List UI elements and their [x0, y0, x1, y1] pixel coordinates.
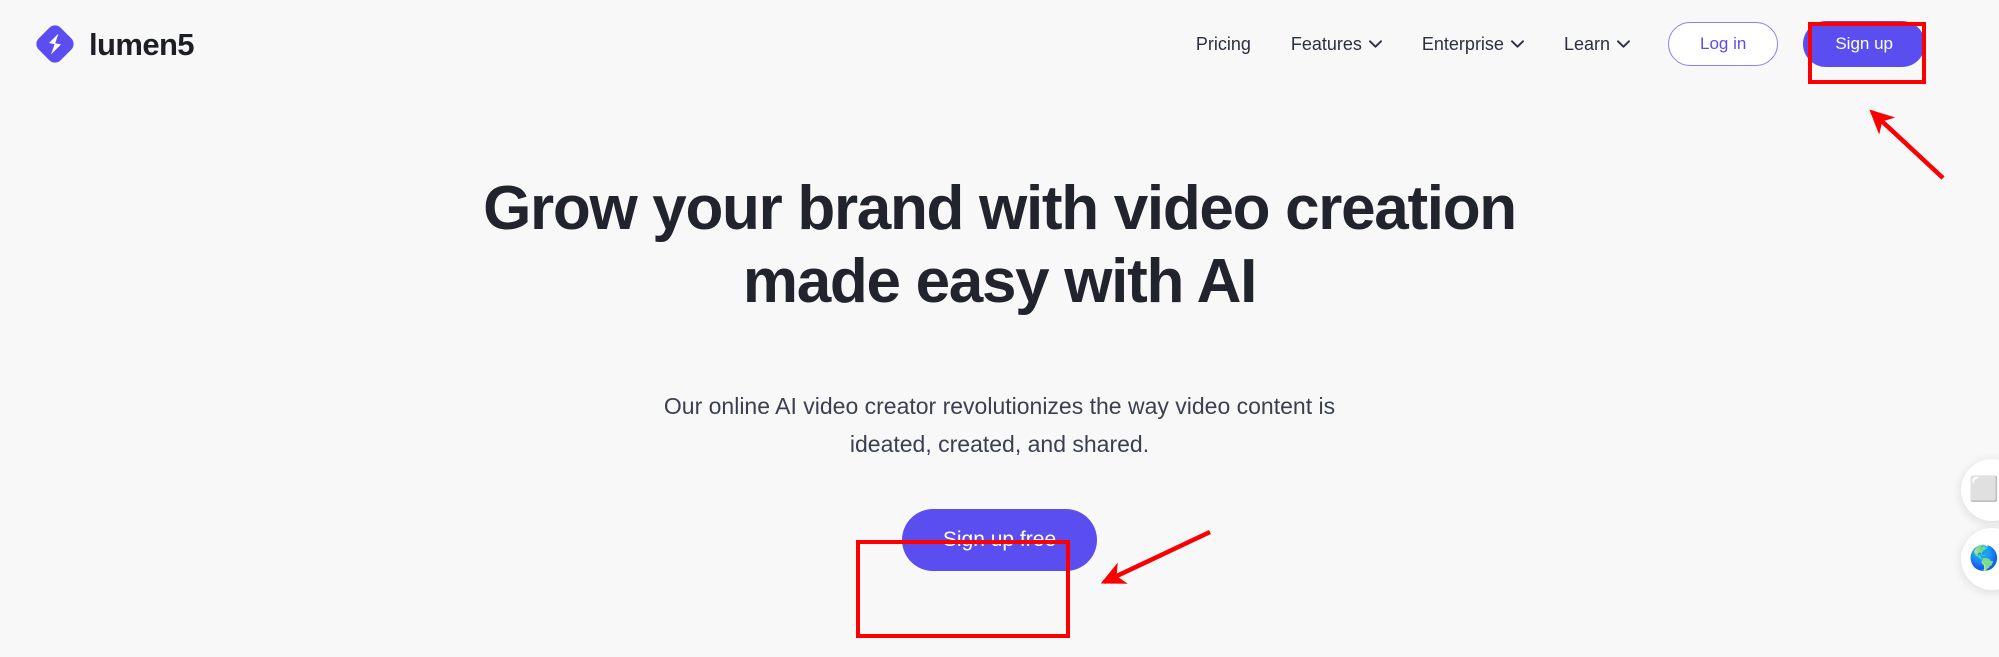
signup-button[interactable]: Sign up — [1803, 21, 1925, 67]
lumen5-landing-page: lumen5 Pricing Features Enterprise Learn — [0, 0, 1999, 657]
chevron-down-icon — [1368, 40, 1382, 48]
nav-item-features[interactable]: Features — [1271, 24, 1402, 65]
chevron-down-icon — [1511, 40, 1524, 48]
nav-item-label: Features — [1290, 33, 1362, 54]
sign-up-free-button[interactable]: Sign up free — [901, 508, 1098, 571]
nav-item-label: Pricing — [1195, 33, 1251, 54]
nav-item-enterprise[interactable]: Enterprise — [1402, 24, 1544, 65]
signup-button-wrapper: Sign up — [1803, 21, 1925, 67]
chevron-down-icon — [1617, 40, 1630, 48]
brand-name: lumen5 — [89, 26, 195, 62]
hero-subheading: Our online AI video creator revolutioniz… — [663, 393, 1336, 457]
nav-item-label: Learn — [1563, 33, 1610, 54]
nav-item-label: Enterprise — [1421, 33, 1504, 54]
nav-item-learn[interactable]: Learn — [1544, 24, 1650, 65]
page-title: Grow your brand with video creation made… — [483, 174, 1517, 317]
globe-icon: 🌎 — [1969, 545, 1999, 572]
hero-section: Grow your brand with video creation made… — [0, 88, 1999, 571]
brand-logo-link[interactable]: lumen5 — [34, 23, 195, 65]
primary-navigation: Pricing Features Enterprise Learn Log in… — [1176, 21, 1925, 67]
nav-item-pricing[interactable]: Pricing — [1176, 24, 1271, 65]
site-header: lumen5 Pricing Features Enterprise Learn — [0, 0, 1999, 88]
lumen5-logo-icon — [34, 23, 76, 65]
login-button[interactable]: Log in — [1668, 22, 1779, 66]
feedback-icon: ⬜ — [1969, 476, 1999, 503]
cta-wrapper: Sign up free — [901, 508, 1098, 571]
